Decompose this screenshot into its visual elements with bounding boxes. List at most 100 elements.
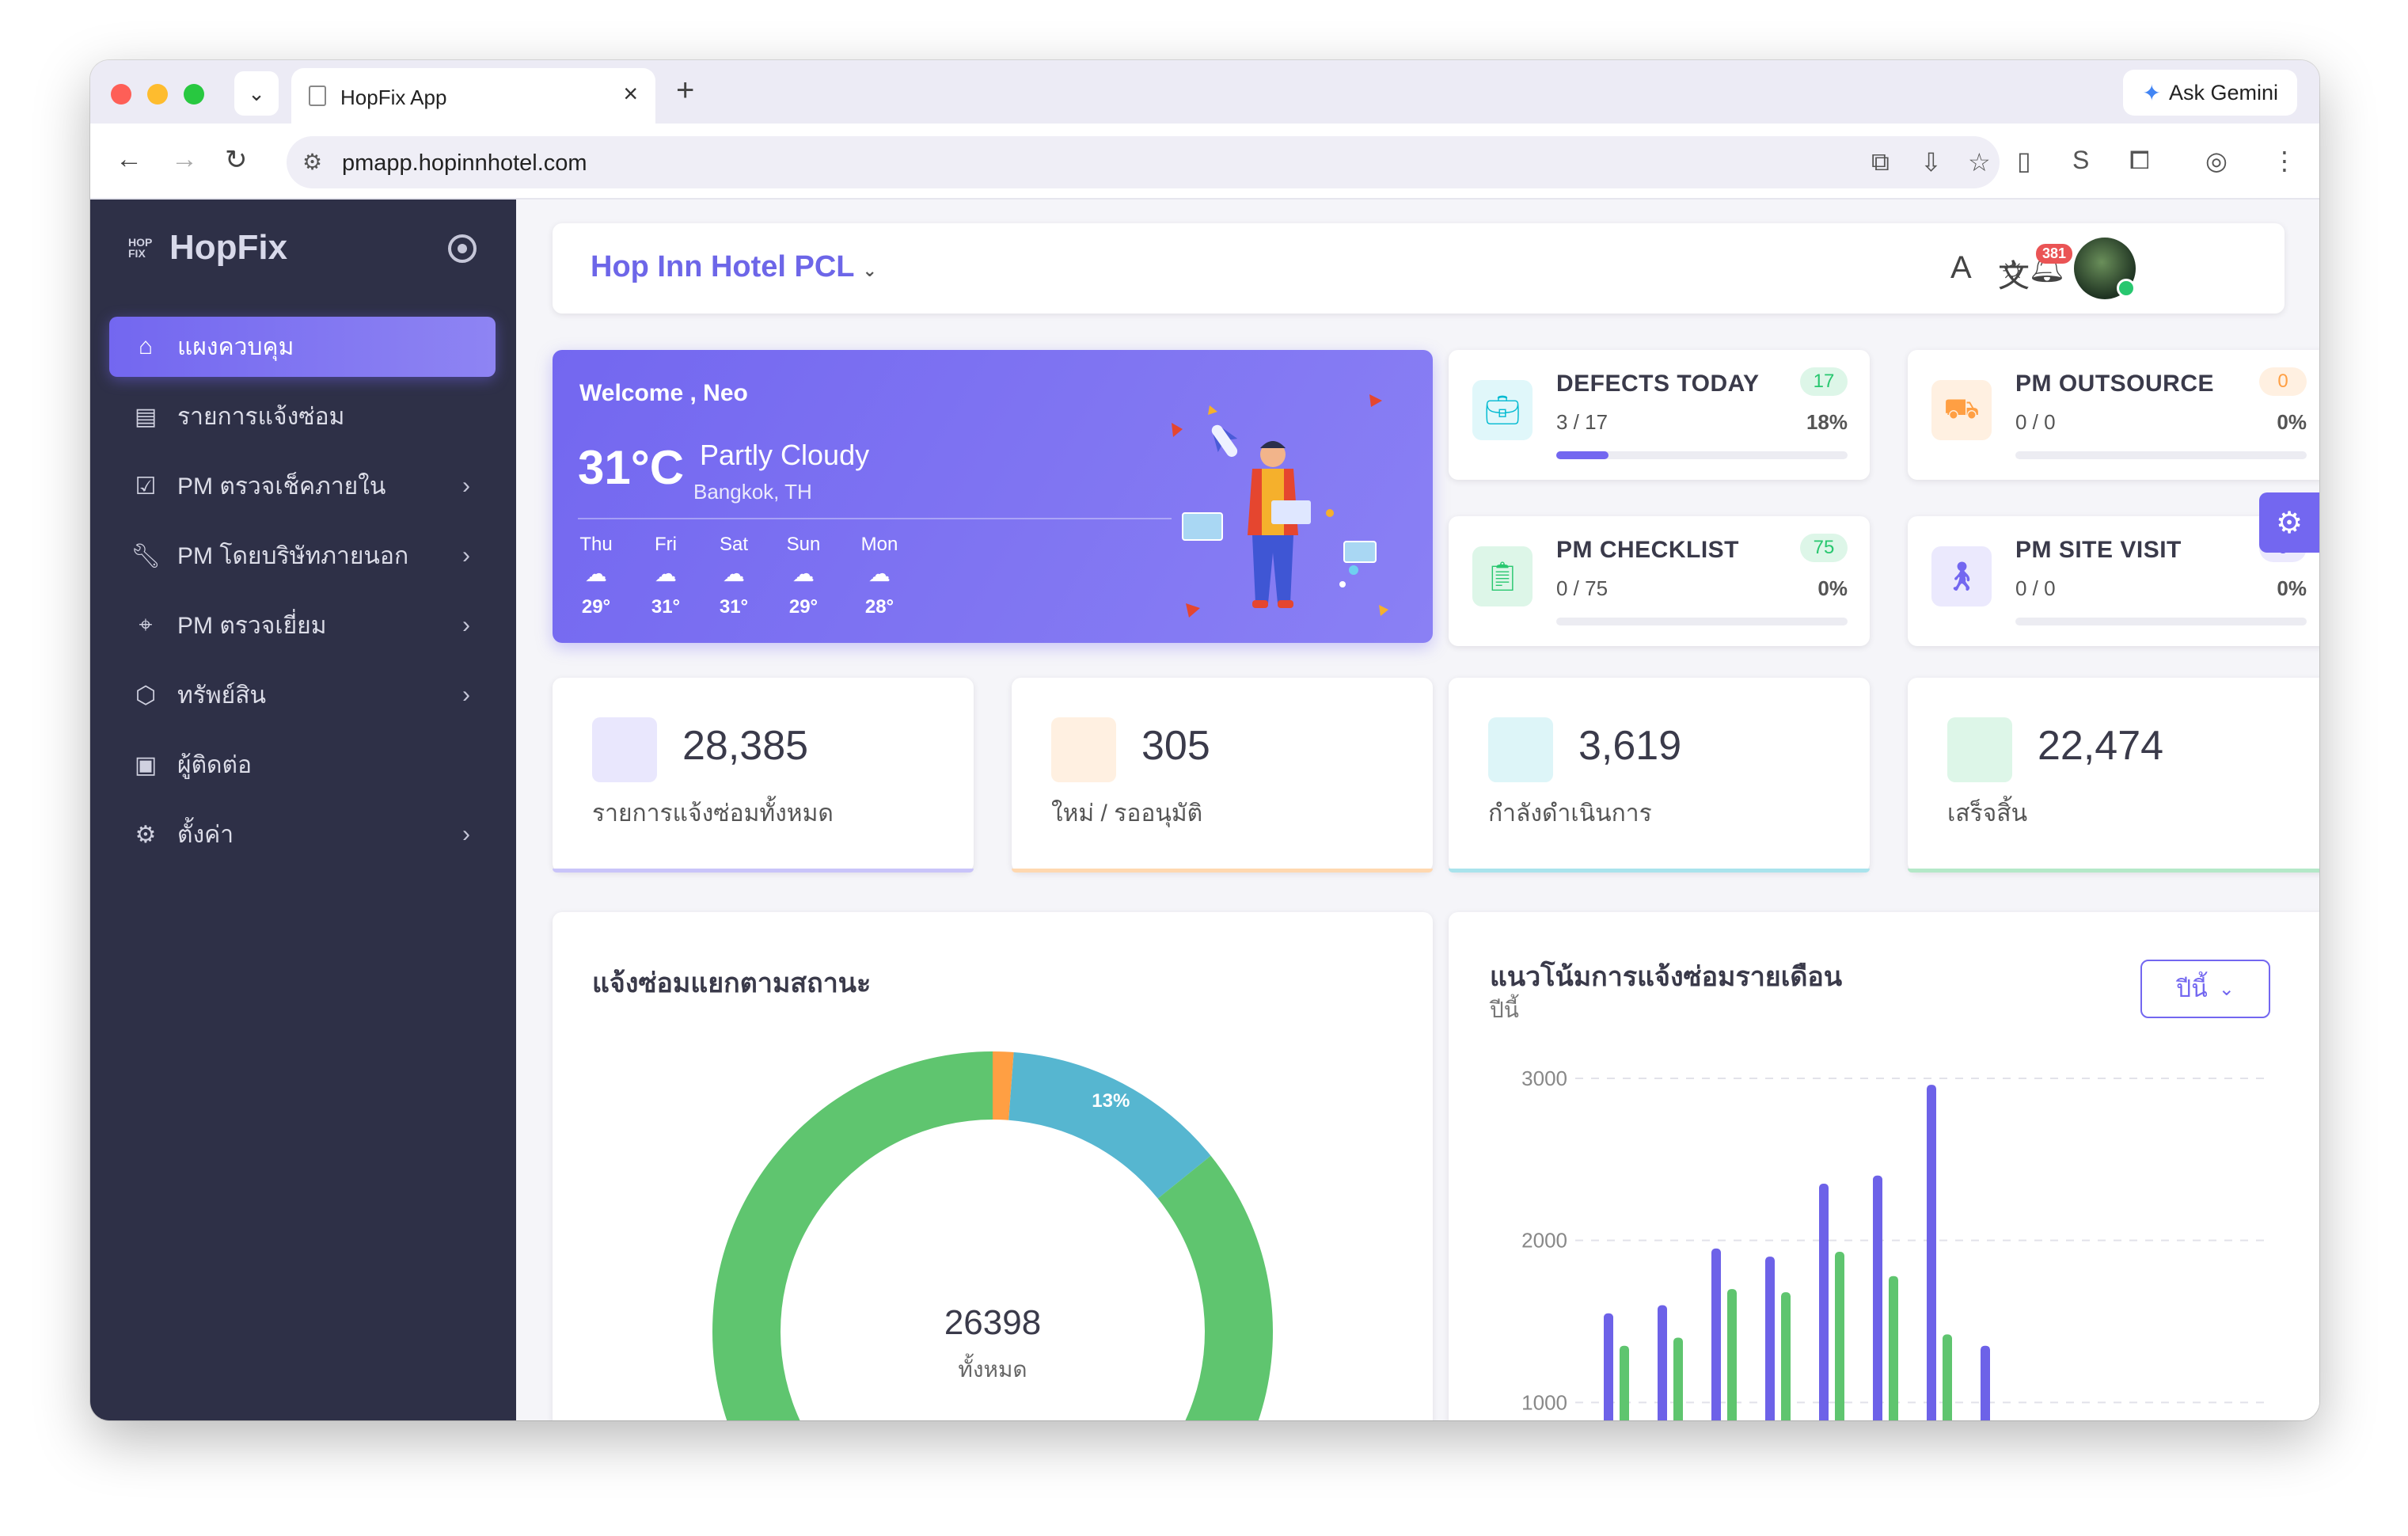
forecast-temp: 29° — [788, 596, 818, 618]
install-app-icon[interactable]: ⇩ — [1920, 147, 1942, 177]
status-donut-card: แจ้งซ่อมแยกตามสถานะ 13% 26398 ทั้งหมด — [553, 912, 1433, 1420]
sidebar-item-label: PM โดยบริษัทภายนอก — [177, 542, 409, 569]
gear-icon: ⚙ — [135, 821, 157, 848]
bar[interactable] — [1889, 1276, 1898, 1420]
count-label: เสร็จสิ้น — [1947, 800, 2028, 827]
count-accent-bar — [1449, 869, 1870, 873]
count-label: ใหม่ / รออนุมัติ — [1051, 800, 1203, 827]
forecast-day-name: Sun — [786, 534, 821, 555]
new-tab-button[interactable]: + — [676, 73, 694, 108]
sidebar-item-settings[interactable]: ⚙ ตั้งค่า › — [109, 804, 496, 865]
customizer-gear-button[interactable]: ⚙ — [2259, 492, 2319, 553]
stat-title: DEFECTS TODAY — [1556, 371, 1760, 397]
count-value: 305 — [1141, 723, 1210, 769]
sidebar-item-dashboard[interactable]: ⌂ แผงควบคุม — [109, 317, 496, 377]
sidebar-item-label: PM ตรวจเยี่ยม — [177, 612, 327, 639]
bar[interactable] — [1765, 1257, 1775, 1420]
bookmark-star-icon[interactable]: ☆ — [1968, 147, 1991, 177]
bar[interactable] — [1673, 1337, 1683, 1420]
sidebar-toggle-icon[interactable] — [448, 234, 477, 263]
year-filter-dropdown[interactable]: ปีนี้ ⌄ — [2140, 960, 2270, 1018]
tab-search-button[interactable]: ⌄ — [234, 71, 279, 116]
clipboard-icon: 📋︎ — [1472, 546, 1533, 606]
sidebar-item-assets[interactable]: ⬡ ทรัพย์สิน › — [109, 665, 496, 725]
pm-outsource-card[interactable]: ⛟ PM OUTSOURCE 0 0 / 0 0% — [1908, 350, 2319, 480]
in-progress-card[interactable]: 3,619 กำลังดำเนินการ — [1449, 678, 1870, 873]
sidebar-item-label: แผงควบคุม — [177, 333, 294, 360]
forecast-day: Thu ☁ 29° — [568, 534, 624, 618]
extension-s-icon[interactable]: S — [2072, 146, 2089, 175]
profile-icon[interactable]: ◎ — [2205, 146, 2228, 176]
avatar[interactable] — [2074, 238, 2136, 299]
translate-icon[interactable]: ⧉ — [1871, 147, 1890, 177]
bar[interactable] — [1927, 1085, 1936, 1420]
back-arrow-icon[interactable]: ← — [116, 144, 142, 175]
donut-slice[interactable] — [1008, 1052, 1211, 1199]
bar[interactable] — [1711, 1248, 1721, 1420]
chevron-right-icon: › — [462, 542, 470, 568]
forecast-temp: 28° — [864, 596, 894, 618]
forecast-day-name: Mon — [860, 534, 898, 555]
cloud-icon: ☁ — [868, 561, 891, 586]
bar[interactable] — [1873, 1175, 1882, 1420]
sidebar-item-pm-visit[interactable]: ⌖ PM ตรวจเยี่ยม › — [109, 595, 496, 656]
bar[interactable] — [1658, 1305, 1667, 1420]
more-menu-icon[interactable]: ⋮ — [2272, 146, 2297, 176]
count-value: 28,385 — [682, 723, 809, 769]
y-tick-label: 3000 — [1521, 1066, 1567, 1090]
stat-value: 0 / 0 — [2015, 410, 2056, 434]
completed-card[interactable]: 22,474 เสร็จสิ้น — [1908, 678, 2319, 873]
bar[interactable] — [1620, 1345, 1629, 1420]
total-repairs-card[interactable]: 28,385 รายการแจ้งซ่อมทั้งหมด — [553, 678, 974, 873]
gear-icon: ⚙ — [2275, 506, 2304, 540]
translate-language-icon[interactable]: A — [1950, 250, 1972, 286]
new-pending-card[interactable]: 305 ใหม่ / รออนุมัติ — [1012, 678, 1433, 873]
weather-condition: Partly Cloudy — [700, 439, 870, 471]
url-text: pmapp.hopinnhotel.com — [342, 150, 587, 176]
forecast-temp: 31° — [651, 596, 681, 618]
browser-tab[interactable]: HopFix App × — [291, 68, 655, 124]
sidebar-item-pm-outsource[interactable]: 🔧︎ PM โดยบริษัทภายนอก › — [109, 526, 496, 586]
extension-doc-icon[interactable]: ▯ — [2017, 146, 2031, 176]
chevron-right-icon: › — [462, 821, 470, 847]
bar[interactable] — [1727, 1289, 1737, 1420]
stat-badge: 17 — [1800, 367, 1848, 396]
progress-track — [1556, 451, 1848, 459]
bar[interactable] — [1943, 1334, 1952, 1420]
bar[interactable] — [1781, 1292, 1791, 1420]
top-navbar: Hop Inn Hotel PCL ⌄ 文 A ☼ 🔔︎ 381 — [553, 223, 2285, 314]
chart-title: แนวโน้มการแจ้งซ่อมรายเดือน — [1490, 962, 1843, 992]
bar[interactable] — [1981, 1345, 1990, 1420]
pm-checklist-card[interactable]: 📋︎ PM CHECKLIST 75 0 / 75 0% — [1449, 516, 1870, 646]
close-window-button[interactable] — [111, 84, 131, 105]
reload-icon[interactable]: ↻ — [225, 144, 248, 176]
home-icon: ⌂ — [138, 333, 154, 359]
close-tab-icon[interactable]: × — [623, 79, 638, 108]
sidebar-item-repair-list[interactable]: ▤ รายการแจ้งซ่อม — [109, 386, 496, 447]
pm-site-visit-card[interactable]: 🚶︎ PM SITE VISIT 0 0 / 0 0% — [1908, 516, 2319, 646]
current-temperature: 31°C — [578, 441, 685, 494]
maximize-window-button[interactable] — [184, 84, 204, 105]
sidebar-item-contacts[interactable]: ▣ ผู้ติดต่อ — [109, 735, 496, 795]
forward-arrow-icon[interactable]: → — [171, 144, 198, 175]
stat-title: PM OUTSOURCE — [2015, 371, 2215, 397]
minimize-window-button[interactable] — [147, 84, 168, 105]
sidebar-item-pm-internal[interactable]: ☑ PM ตรวจเช็คภายใน › — [109, 456, 496, 516]
chevron-right-icon: › — [462, 612, 470, 638]
puzzle-extensions-icon[interactable]: ⧠ — [2129, 146, 2150, 176]
org-selector[interactable]: Hop Inn Hotel PCL ⌄ — [591, 250, 877, 284]
bar[interactable] — [1604, 1313, 1613, 1420]
ask-gemini-button[interactable]: ✦ Ask Gemini — [2123, 70, 2297, 116]
defects-today-card[interactable]: 💼︎ DEFECTS TODAY 17 3 / 17 18% — [1449, 350, 1870, 480]
address-bar[interactable]: ⚙ pmapp.hopinnhotel.com ⧉ ⇩ ☆ — [287, 136, 2000, 188]
site-info-icon[interactable]: ⚙ — [302, 149, 322, 175]
brand-logo[interactable]: HOP FIX HopFix — [128, 228, 287, 268]
theme-sun-icon[interactable]: ☼ — [1998, 250, 2027, 286]
sidebar-item-label: ทรัพย์สิน — [177, 682, 267, 709]
notification-badge: 381 — [2036, 244, 2073, 264]
bar[interactable] — [1819, 1184, 1829, 1420]
monthly-trend-bar-chart: 3000 2000 1000 — [1521, 1066, 2264, 1420]
cloud-icon: ☁ — [792, 561, 815, 586]
bar[interactable] — [1835, 1251, 1844, 1420]
brand-mark: HOP FIX — [128, 236, 153, 260]
